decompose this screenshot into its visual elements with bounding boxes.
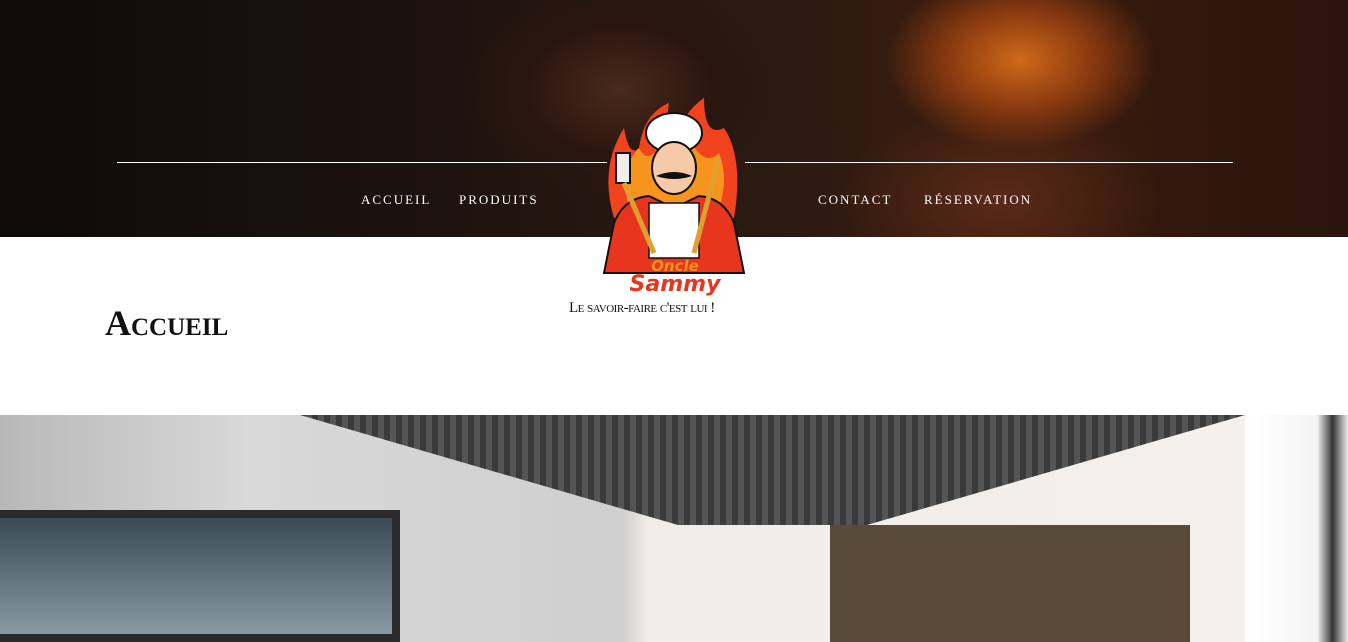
nav-contact[interactable]: CONTACT [818, 192, 892, 208]
next-slide-preview [1245, 415, 1348, 642]
nav-produits[interactable]: PRODUITS [459, 192, 539, 208]
ceiling [300, 415, 1245, 525]
logo[interactable]: Oncle Sammy [594, 98, 756, 303]
back-room [830, 525, 1190, 642]
nav-divider-right [745, 162, 1233, 163]
nav-accueil[interactable]: ACCUEIL [361, 192, 431, 208]
window [0, 510, 400, 642]
logo-text-sammy: Sammy [630, 272, 723, 297]
nav-reservation[interactable]: RÉSERVATION [924, 192, 1032, 208]
restaurant-interior-image [0, 415, 1245, 642]
tagline: Le savoir-faire c'est lui ! [569, 300, 715, 316]
page-title: Accueil [105, 303, 229, 343]
nav-divider-left [117, 162, 607, 163]
